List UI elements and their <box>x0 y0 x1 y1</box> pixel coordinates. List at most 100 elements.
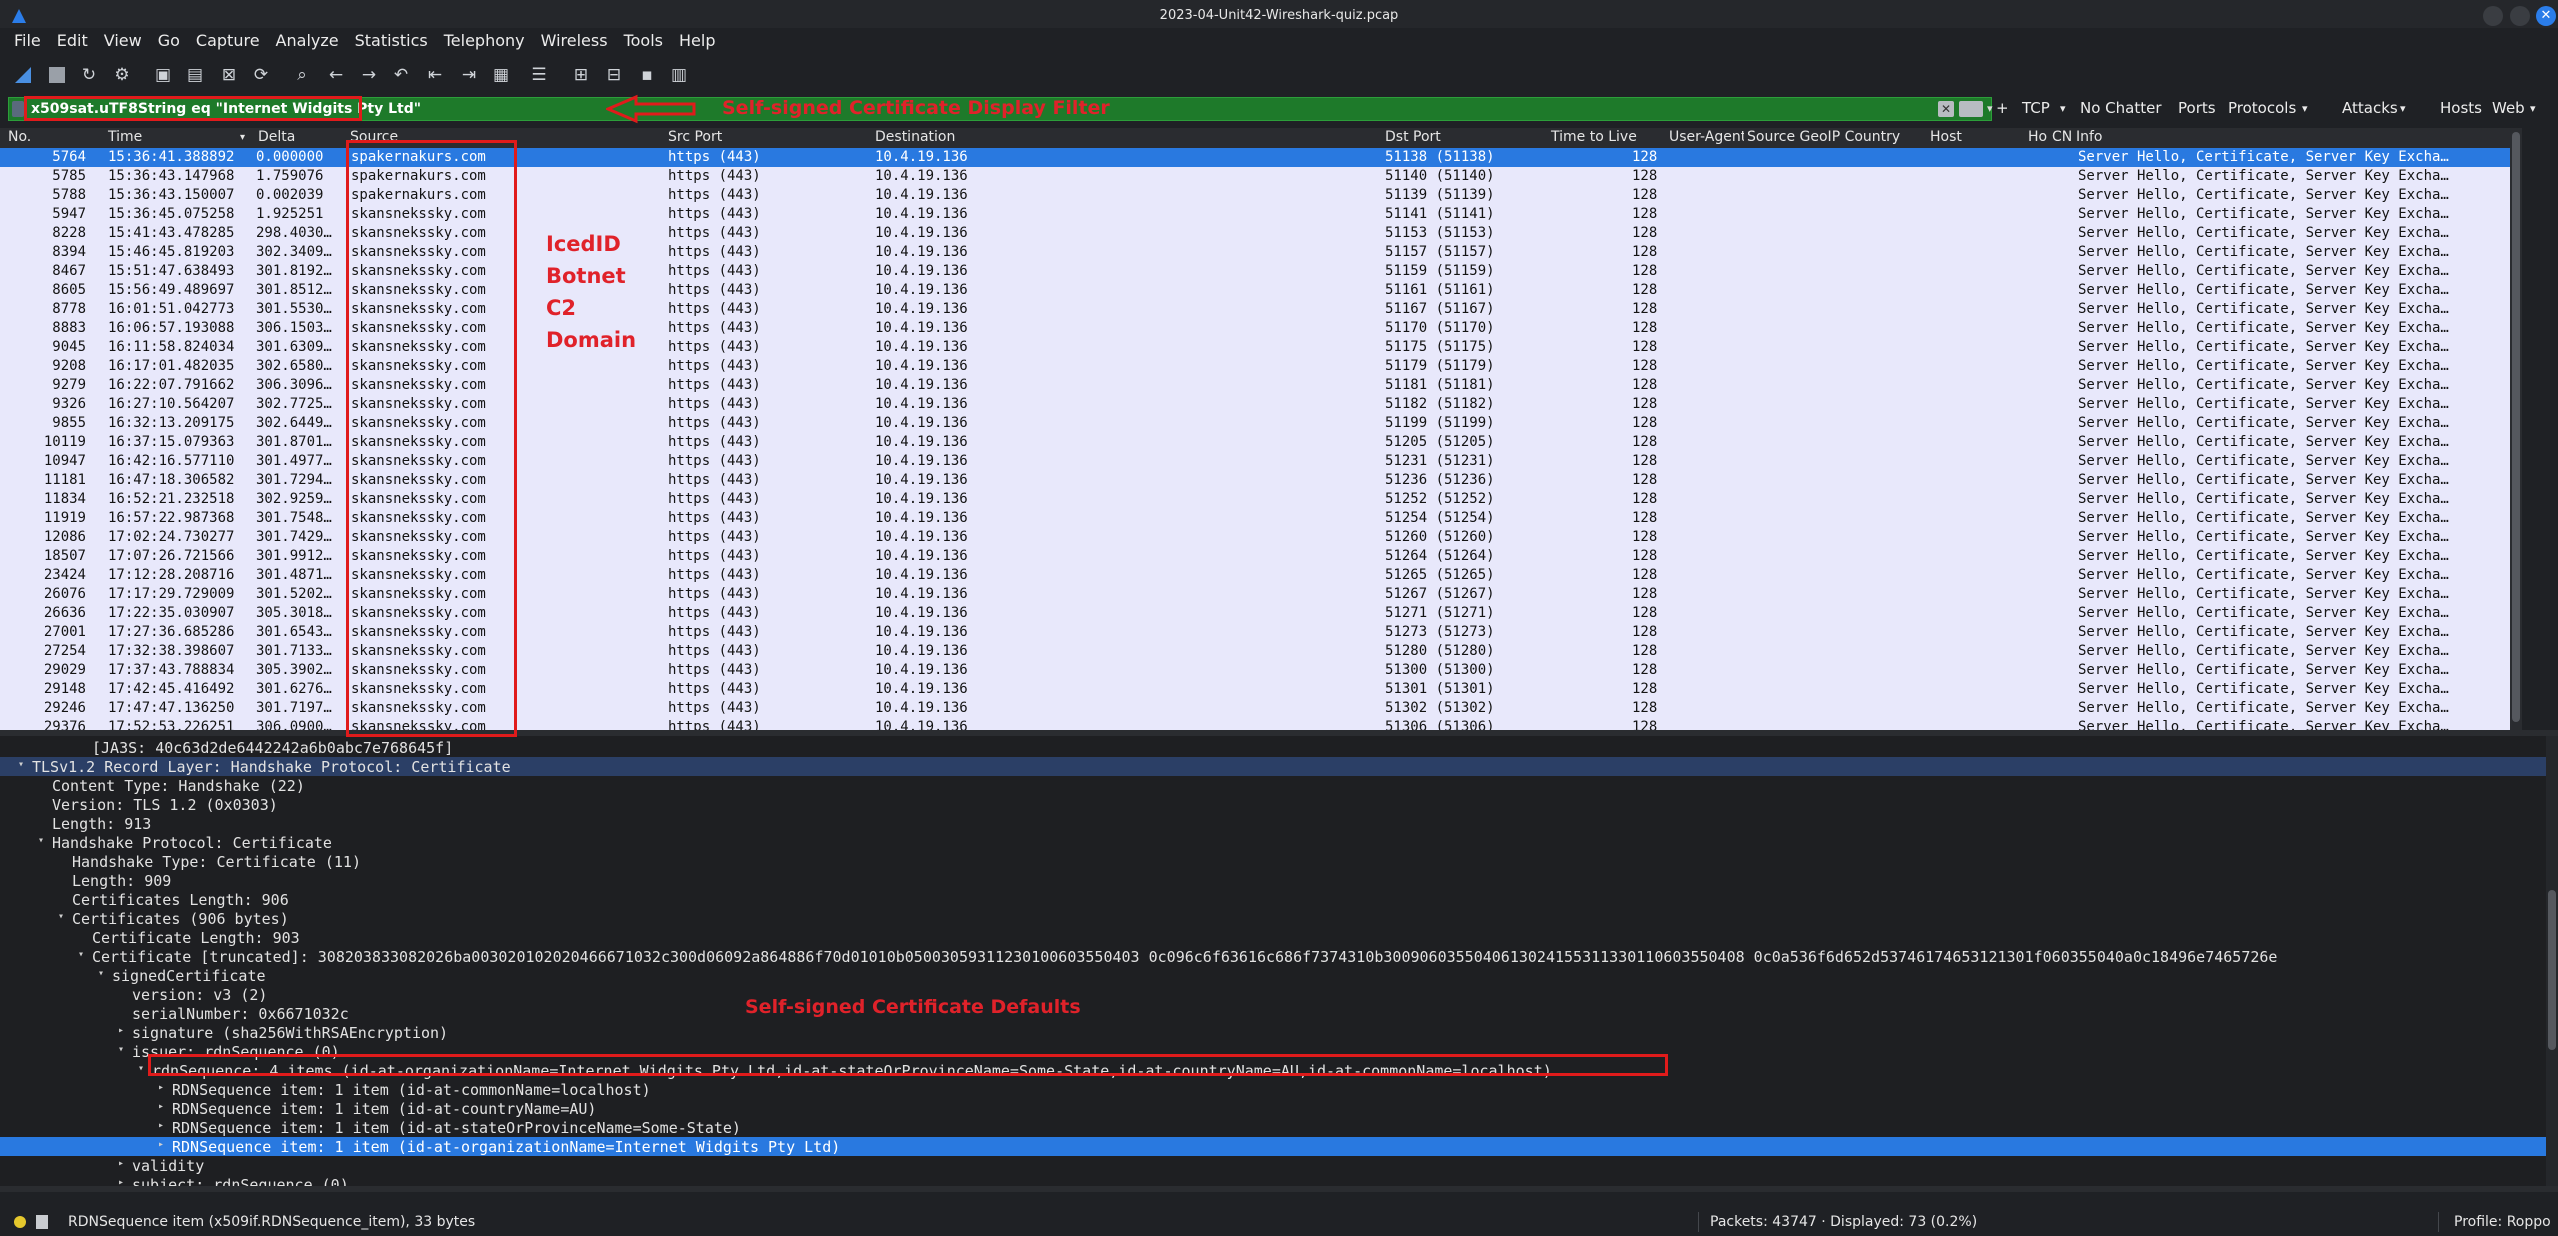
detail-tree-item[interactable]: ▸ RDNSequence item: 1 item (id-at-organiz… <box>0 1137 2546 1156</box>
detail-tree-item[interactable]: Version: TLS 1.2 (0x0303) <box>0 795 2546 814</box>
go-last-icon[interactable]: ⇥ <box>458 64 480 86</box>
chevron-down-icon[interactable]: ▾ <box>2530 102 2536 115</box>
detail-tree-item[interactable]: ▾ signedCertificate <box>0 966 2546 985</box>
expand-arrow-icon[interactable]: ▾ <box>38 835 44 846</box>
normal-size-icon[interactable]: ▪ <box>636 64 658 86</box>
details-scroll-thumb[interactable] <box>2548 890 2556 1050</box>
collapse-arrow-icon[interactable]: ▸ <box>158 1120 164 1131</box>
menu-statistics[interactable]: Statistics <box>355 28 435 54</box>
go-to-packet-icon[interactable]: ↶ <box>390 64 412 86</box>
filter-button-ports[interactable]: Ports <box>2178 99 2216 117</box>
column-host[interactable]: Host <box>1930 129 1962 145</box>
filter-button-tcp[interactable]: TCP <box>2022 99 2050 117</box>
detail-tree-item[interactable]: ▾ Certificate [truncated]: 30820383308202… <box>0 947 2546 966</box>
filter-button-no-chatter[interactable]: No Chatter <box>2080 99 2162 117</box>
detail-tree-item[interactable]: ▸ subject: rdnSequence (0) <box>0 1175 2546 1186</box>
apply-filter-button[interactable] <box>1959 101 1983 117</box>
column-user-agent[interactable]: User-Agent <box>1669 129 1744 145</box>
collapse-arrow-icon[interactable]: ▸ <box>158 1139 164 1150</box>
resize-columns-icon[interactable]: ▥ <box>668 64 690 86</box>
detail-tree-item[interactable]: ▸ RDNSequence item: 1 item (id-at-commonN… <box>0 1080 2546 1099</box>
stop-capture-icon[interactable] <box>46 64 68 86</box>
column-destination[interactable]: Destination <box>875 129 955 145</box>
menu-telephony[interactable]: Telephony <box>444 28 532 54</box>
go-first-icon[interactable]: ⇤ <box>424 64 446 86</box>
expand-arrow-icon[interactable]: ▾ <box>138 1063 144 1074</box>
pane-splitter-bottom[interactable] <box>0 1186 2558 1192</box>
detail-tree-item[interactable]: version: v3 (2) <box>0 985 2546 1004</box>
menu-wireless[interactable]: Wireless <box>541 28 615 54</box>
column-dst-port[interactable]: Dst Port <box>1385 129 1441 145</box>
add-filter-button-icon[interactable]: + <box>1996 99 2009 117</box>
menu-tools[interactable]: Tools <box>624 28 670 54</box>
colorize-icon[interactable]: ☰ <box>528 64 550 86</box>
collapse-arrow-icon[interactable]: ▸ <box>118 1025 124 1036</box>
detail-tree-item[interactable]: ▸ RDNSequence item: 1 item (id-at-country… <box>0 1099 2546 1118</box>
menu-view[interactable]: View <box>104 28 149 54</box>
reload-file-icon[interactable]: ⟳ <box>250 64 272 86</box>
autoscroll-icon[interactable]: ▦ <box>490 64 512 86</box>
filter-button-web[interactable]: Web <box>2492 99 2525 117</box>
column-src-port[interactable]: Src Port <box>668 129 722 145</box>
menu-help[interactable]: Help <box>679 28 722 54</box>
menu-analyze[interactable]: Analyze <box>276 28 346 54</box>
expand-arrow-icon[interactable]: ▾ <box>118 1044 124 1055</box>
filter-history-dropdown-icon[interactable]: ▾ <box>1987 102 1993 115</box>
expert-info-icon[interactable] <box>14 1216 26 1228</box>
go-back-icon[interactable]: ← <box>325 64 347 86</box>
expand-arrow-icon[interactable]: ▾ <box>78 949 84 960</box>
zoom-in-icon[interactable]: ⊞ <box>570 64 592 86</box>
column-ho[interactable]: Ho <box>2028 129 2047 145</box>
detail-tree-item[interactable]: ▾ Handshake Protocol: Certificate <box>0 833 2546 852</box>
detail-tree-item[interactable]: ▾ Certificates (906 bytes) <box>0 909 2546 928</box>
filter-button-protocols[interactable]: Protocols <box>2228 99 2296 117</box>
detail-tree-item[interactable]: Content Type: Handshake (22) <box>0 776 2546 795</box>
detail-tree-item[interactable]: Handshake Type: Certificate (11) <box>0 852 2546 871</box>
packet-details-pane[interactable]: [JA3S: 40c63d2de6442242a6b0abc7e768645f]… <box>0 736 2546 1186</box>
close-window-button[interactable]: ✕ <box>2536 6 2556 26</box>
collapse-arrow-icon[interactable]: ▸ <box>118 1177 124 1186</box>
chevron-down-icon[interactable]: ▾ <box>2302 102 2308 115</box>
column-ttl[interactable]: Time to Live <box>1551 129 1637 145</box>
detail-tree-item[interactable]: ▸ validity <box>0 1156 2546 1175</box>
detail-tree-item[interactable]: ▸ signature (sha256WithRSAEncryption) <box>0 1023 2546 1042</box>
menu-go[interactable]: Go <box>158 28 187 54</box>
filter-button-hosts[interactable]: Hosts <box>2440 99 2482 117</box>
detail-tree-item[interactable]: Certificates Length: 906 <box>0 890 2546 909</box>
column-no[interactable]: No. <box>8 129 31 145</box>
status-profile[interactable]: Profile: Roppo <box>2454 1214 2551 1230</box>
find-packet-icon[interactable]: ⌕ <box>291 64 313 86</box>
detail-tree-item[interactable]: Length: 909 <box>0 871 2546 890</box>
packet-list-scroll-thumb[interactable] <box>2512 132 2520 722</box>
column-geoip[interactable]: Source GeoIP Country <box>1747 129 1900 145</box>
menu-edit[interactable]: Edit <box>57 28 95 54</box>
clear-filter-button[interactable]: ✕ <box>1938 101 1954 117</box>
column-time[interactable]: Time <box>108 129 142 145</box>
capture-comment-icon[interactable] <box>36 1215 48 1229</box>
close-file-icon[interactable]: ⊠ <box>218 64 240 86</box>
menu-capture[interactable]: Capture <box>196 28 267 54</box>
column-info[interactable]: Info <box>2076 129 2103 145</box>
collapse-arrow-icon[interactable]: ▸ <box>158 1101 164 1112</box>
shark-fin-start-icon[interactable] <box>12 64 34 86</box>
detail-tree-item[interactable]: ▾ TLSv1.2 Record Layer: Handshake Protoco… <box>0 757 2546 776</box>
expand-arrow-icon[interactable]: ▾ <box>98 968 104 979</box>
expand-arrow-icon[interactable]: ▾ <box>18 759 24 770</box>
chevron-down-icon[interactable]: ▾ <box>2060 102 2066 115</box>
collapse-arrow-icon[interactable]: ▸ <box>158 1082 164 1093</box>
detail-tree-item[interactable]: Certificate Length: 903 <box>0 928 2546 947</box>
column-delta[interactable]: Delta <box>258 129 295 145</box>
minimize-button[interactable] <box>2483 6 2503 26</box>
filter-button-attacks[interactable]: Attacks <box>2342 99 2398 117</box>
go-forward-icon[interactable]: → <box>358 64 380 86</box>
detail-tree-item[interactable]: [JA3S: 40c63d2de6442242a6b0abc7e768645f] <box>0 738 2546 757</box>
restart-capture-icon[interactable]: ↻ <box>78 64 100 86</box>
capture-options-icon[interactable]: ⚙ <box>111 64 133 86</box>
open-file-icon[interactable]: ▣ <box>152 64 174 86</box>
filter-bookmark-icon[interactable] <box>12 101 24 117</box>
column-cn[interactable]: CN <box>2052 129 2072 145</box>
detail-tree-item[interactable]: Length: 913 <box>0 814 2546 833</box>
chevron-down-icon[interactable]: ▾ <box>2400 102 2406 115</box>
expand-arrow-icon[interactable]: ▾ <box>58 911 64 922</box>
detail-tree-item[interactable]: ▸ RDNSequence item: 1 item (id-at-stateOr… <box>0 1118 2546 1137</box>
